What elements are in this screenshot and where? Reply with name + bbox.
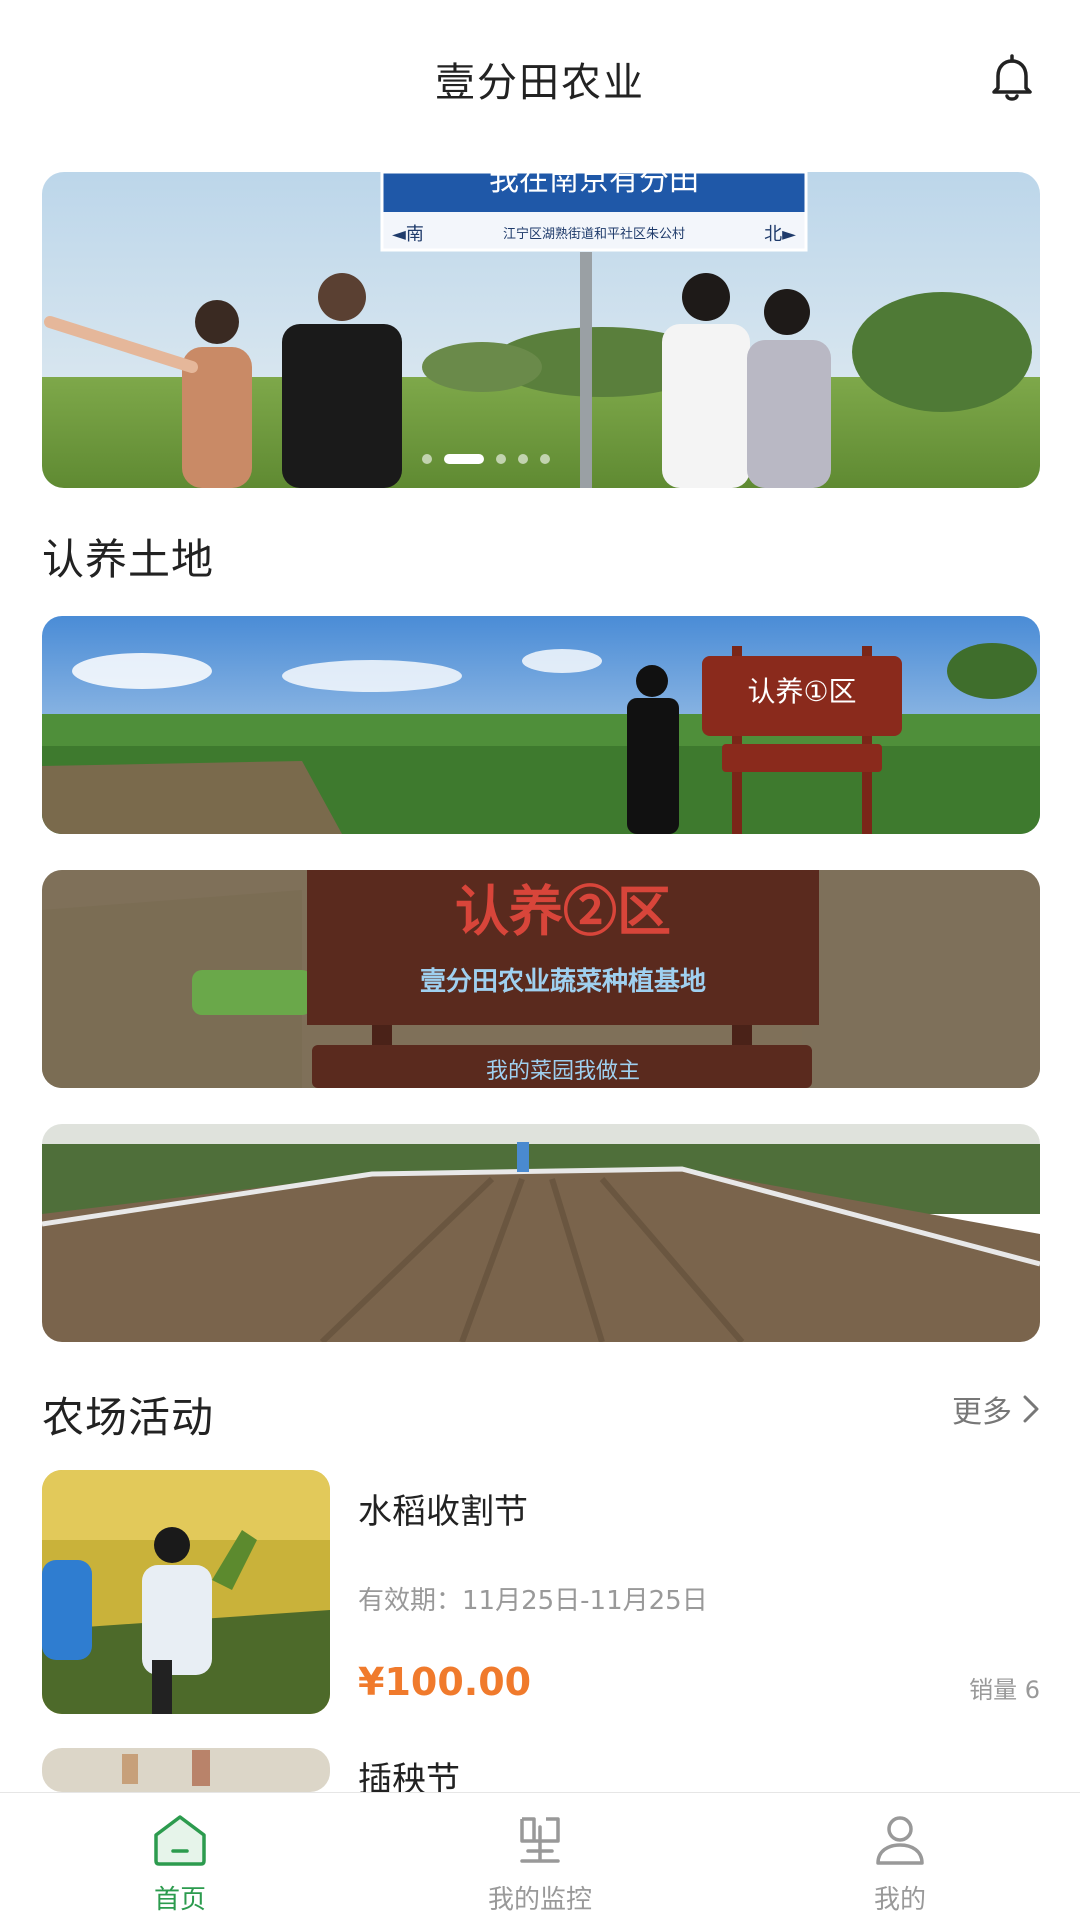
land-card-2[interactable]: 认养②区 壹分田农业蔬菜种植基地 我的菜园我做主 [42, 870, 1040, 1088]
activity-price: ¥100.00 [358, 1660, 532, 1704]
activity-sales: 销量 6 [969, 1676, 1040, 1704]
bell-icon[interactable] [984, 50, 1040, 106]
land-photo-3 [42, 1124, 1040, 1342]
carousel-dot[interactable] [422, 454, 432, 464]
tab-home[interactable]: 首页 [0, 1793, 360, 1920]
activity-thumbnail [42, 1748, 330, 1792]
carousel-indicator [42, 454, 1040, 464]
banner-carousel[interactable]: 我在南京有分田 ◄南 江宁区湖熟街道和平社区朱公村 北► [42, 172, 1040, 488]
bottom-tab-bar: 首页 我的监控 我的 [0, 1792, 1080, 1920]
chevron-right-icon [1023, 1395, 1039, 1423]
more-link[interactable]: 更多 [952, 1387, 1040, 1431]
tab-monitor[interactable]: 我的监控 [360, 1793, 720, 1920]
carousel-dot[interactable] [518, 454, 528, 464]
carousel-dot[interactable] [496, 454, 506, 464]
home-icon [154, 1815, 206, 1866]
carousel-dot[interactable] [540, 454, 550, 464]
monitor-icon [520, 1817, 560, 1863]
carousel-dot-active[interactable] [444, 454, 484, 464]
land-photo-2: 认养②区 壹分田农业蔬菜种植基地 我的菜园我做主 [42, 870, 1040, 1088]
land-sign-1: 认养①区 [747, 675, 856, 708]
land-sign-2-subtitle: 壹分田农业蔬菜种植基地 [420, 967, 706, 997]
land-photo-1: 认养①区 [42, 616, 1040, 834]
app-header: 壹分田农业 [0, 0, 1080, 150]
banner-photo: 我在南京有分田 ◄南 江宁区湖熟街道和平社区朱公村 北► [42, 172, 1040, 488]
sign-left: ◄南 [392, 224, 424, 245]
tab-home-label: 首页 [153, 1885, 206, 1915]
tab-profile[interactable]: 我的 [720, 1793, 1080, 1920]
more-label: 更多 [952, 1395, 1012, 1430]
tab-monitor-label: 我的监控 [487, 1885, 592, 1915]
land-sign-2-bottom: 我的菜园我做主 [486, 1059, 640, 1084]
section-title-activities: 农场活动 [42, 1393, 215, 1442]
activity-name: 水稻收割节 [358, 1492, 528, 1532]
activity-thumbnail [42, 1470, 330, 1714]
land-card-3[interactable] [42, 1124, 1040, 1342]
sign-title: 我在南京有分田 [489, 172, 699, 198]
activity-item[interactable]: 插秧节 [42, 1748, 1040, 1792]
user-icon [876, 1816, 924, 1865]
tab-profile-label: 我的 [873, 1885, 926, 1915]
page-title: 壹分田农业 [435, 60, 645, 106]
activity-item[interactable]: 水稻收割节 有效期：11月25日-11月25日 ¥100.00 销量 6 [42, 1470, 1040, 1720]
section-title-adopt-land: 认养土地 [42, 535, 215, 584]
land-sign-2-title: 认养②区 [455, 879, 671, 943]
land-card-1[interactable]: 认养①区 [42, 616, 1040, 834]
activity-name: 插秧节 [358, 1760, 460, 1792]
sign-right: 北► [764, 224, 796, 245]
activity-validity: 有效期：11月25日-11月25日 [358, 1586, 708, 1616]
sign-address: 江宁区湖熟街道和平社区朱公村 [503, 226, 685, 242]
